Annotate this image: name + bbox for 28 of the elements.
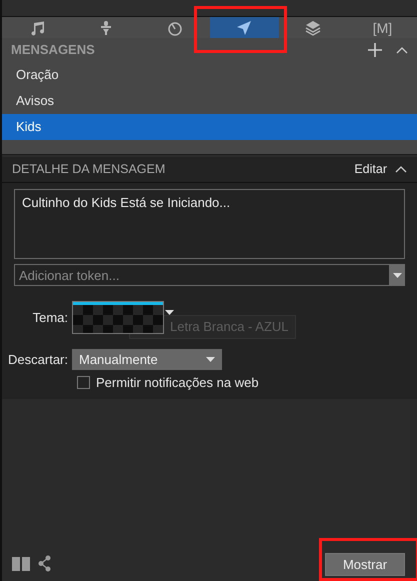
theme-label: Tema: bbox=[32, 308, 69, 327]
dismiss-label: Descartar: bbox=[7, 350, 69, 369]
layers-icon bbox=[305, 20, 322, 36]
dismiss-dropdown[interactable]: Manualmente bbox=[72, 349, 222, 370]
collapse-icon[interactable] bbox=[396, 46, 408, 54]
message-text-field[interactable]: Cultinho do Kids Está se Iniciando... bbox=[14, 189, 405, 259]
split-view-icon[interactable] bbox=[12, 556, 30, 570]
theme-thumbnail[interactable] bbox=[72, 301, 164, 334]
timer-icon bbox=[166, 20, 183, 36]
tab[interactable] bbox=[210, 17, 279, 38]
music-note-icon bbox=[28, 20, 45, 36]
share-icon[interactable] bbox=[38, 555, 51, 572]
dropdown-caret-icon bbox=[393, 272, 402, 278]
send-icon bbox=[236, 20, 252, 36]
dropdown-button[interactable] bbox=[390, 264, 405, 286]
checkbox[interactable] bbox=[77, 376, 90, 390]
token-field[interactable]: Adicionar token... bbox=[14, 264, 390, 286]
show-button[interactable]: Mostrar bbox=[325, 553, 405, 576]
section-title: DETALHE DA MENSAGEM bbox=[12, 161, 166, 178]
message-item[interactable]: Oração bbox=[2, 62, 417, 88]
collapse-icon[interactable] bbox=[395, 166, 407, 173]
message-item[interactable]: Avisos bbox=[2, 88, 417, 114]
checkbox-label: Permitir notificações na web bbox=[96, 374, 259, 392]
message-item[interactable]: Kids bbox=[2, 114, 417, 140]
dropdown-caret-icon bbox=[206, 357, 215, 362]
add-icon[interactable] bbox=[368, 43, 382, 57]
edit-button[interactable]: Editar bbox=[354, 160, 387, 179]
section-title: MENSAGENS bbox=[11, 41, 96, 60]
